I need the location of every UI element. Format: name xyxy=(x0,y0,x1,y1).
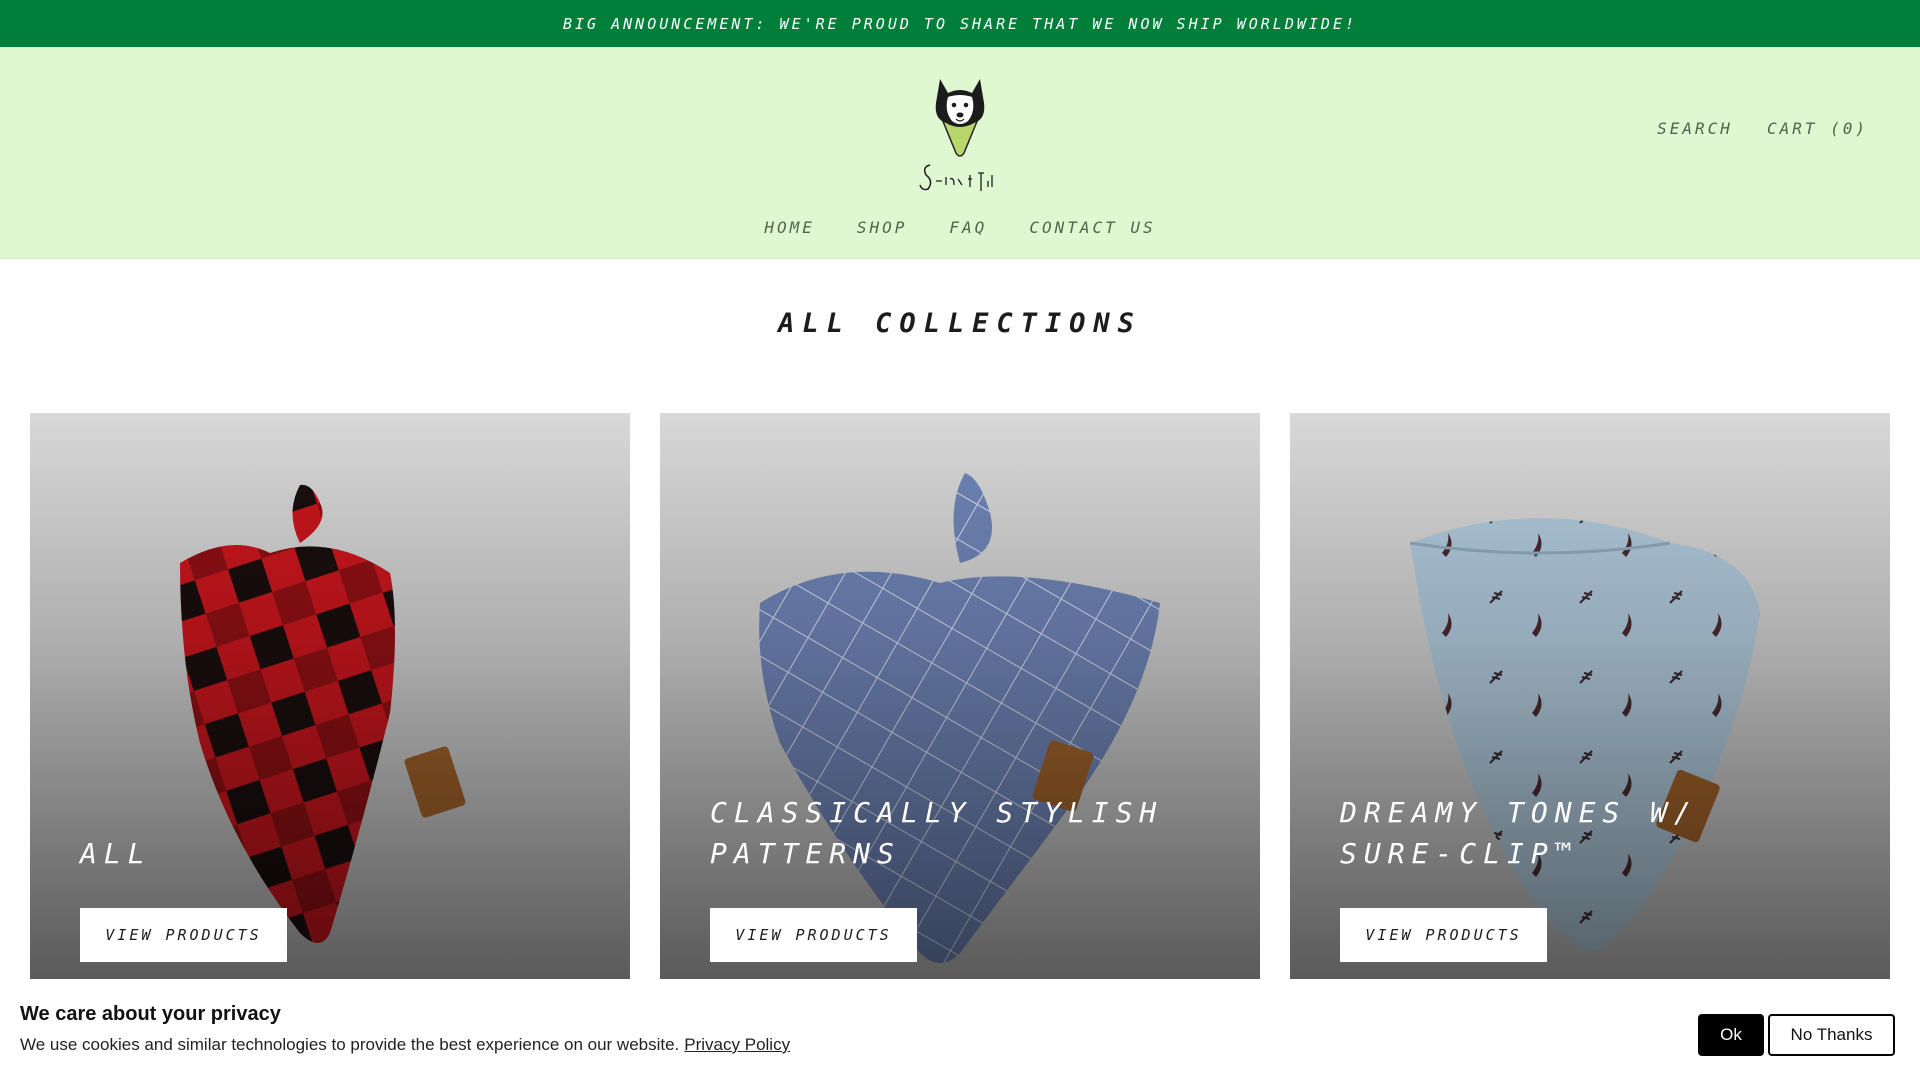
page-title: All Collections xyxy=(778,308,1142,339)
collection-title: All xyxy=(80,837,152,870)
cookie-decline-button[interactable]: No Thanks xyxy=(1768,1014,1895,1056)
header-actions: Search Cart (0) xyxy=(1657,119,1868,138)
site-header: Search Cart (0) Home Shop FAQ Contact Us xyxy=(0,47,1920,259)
search-link[interactable]: Search xyxy=(1657,119,1733,138)
cookie-text: We use cookies and similar technologies … xyxy=(20,1035,680,1054)
nav-item-faq[interactable]: FAQ xyxy=(949,218,987,237)
view-products-button[interactable]: View products xyxy=(80,908,287,962)
cart-link[interactable]: Cart (0) xyxy=(1767,119,1868,138)
collection-title: Dreamy Tones w/ Sure-Clip™ xyxy=(1340,796,1698,870)
view-products-button[interactable]: View products xyxy=(1340,908,1547,962)
announcement-text: Big announcement: We're proud to share t… xyxy=(562,14,1358,33)
collection-card-all[interactable]: All View products xyxy=(30,413,630,979)
cookie-title: We care about your privacy xyxy=(20,1003,281,1025)
cookie-banner: We care about your privacy We use cookie… xyxy=(0,979,1920,1080)
collection-grid: All View products Classically Stylish Pa… xyxy=(30,413,1890,979)
view-products-button[interactable]: View products xyxy=(710,908,917,962)
cookie-message: We use cookies and similar technologies … xyxy=(20,1035,790,1055)
collection-card-classically-stylish[interactable]: Classically Stylish Patterns View produc… xyxy=(660,413,1260,979)
main-nav: Home Shop FAQ Contact Us xyxy=(0,218,1920,237)
cookie-accept-button[interactable]: Ok xyxy=(1698,1014,1764,1056)
announcement-bar: Big announcement: We're proud to share t… xyxy=(0,0,1920,47)
site-logo[interactable] xyxy=(912,67,1008,195)
husky-logo-icon xyxy=(919,79,993,191)
nav-item-shop[interactable]: Shop xyxy=(857,218,908,237)
nav-item-home[interactable]: Home xyxy=(764,218,815,237)
privacy-policy-link[interactable]: Privacy Policy xyxy=(684,1035,790,1054)
nav-item-contact[interactable]: Contact Us xyxy=(1029,218,1155,237)
collection-title: Classically Stylish Patterns xyxy=(710,796,1164,870)
collection-card-dreamy-tones[interactable]: Dreamy Tones w/ Sure-Clip™ View products xyxy=(1290,413,1890,979)
